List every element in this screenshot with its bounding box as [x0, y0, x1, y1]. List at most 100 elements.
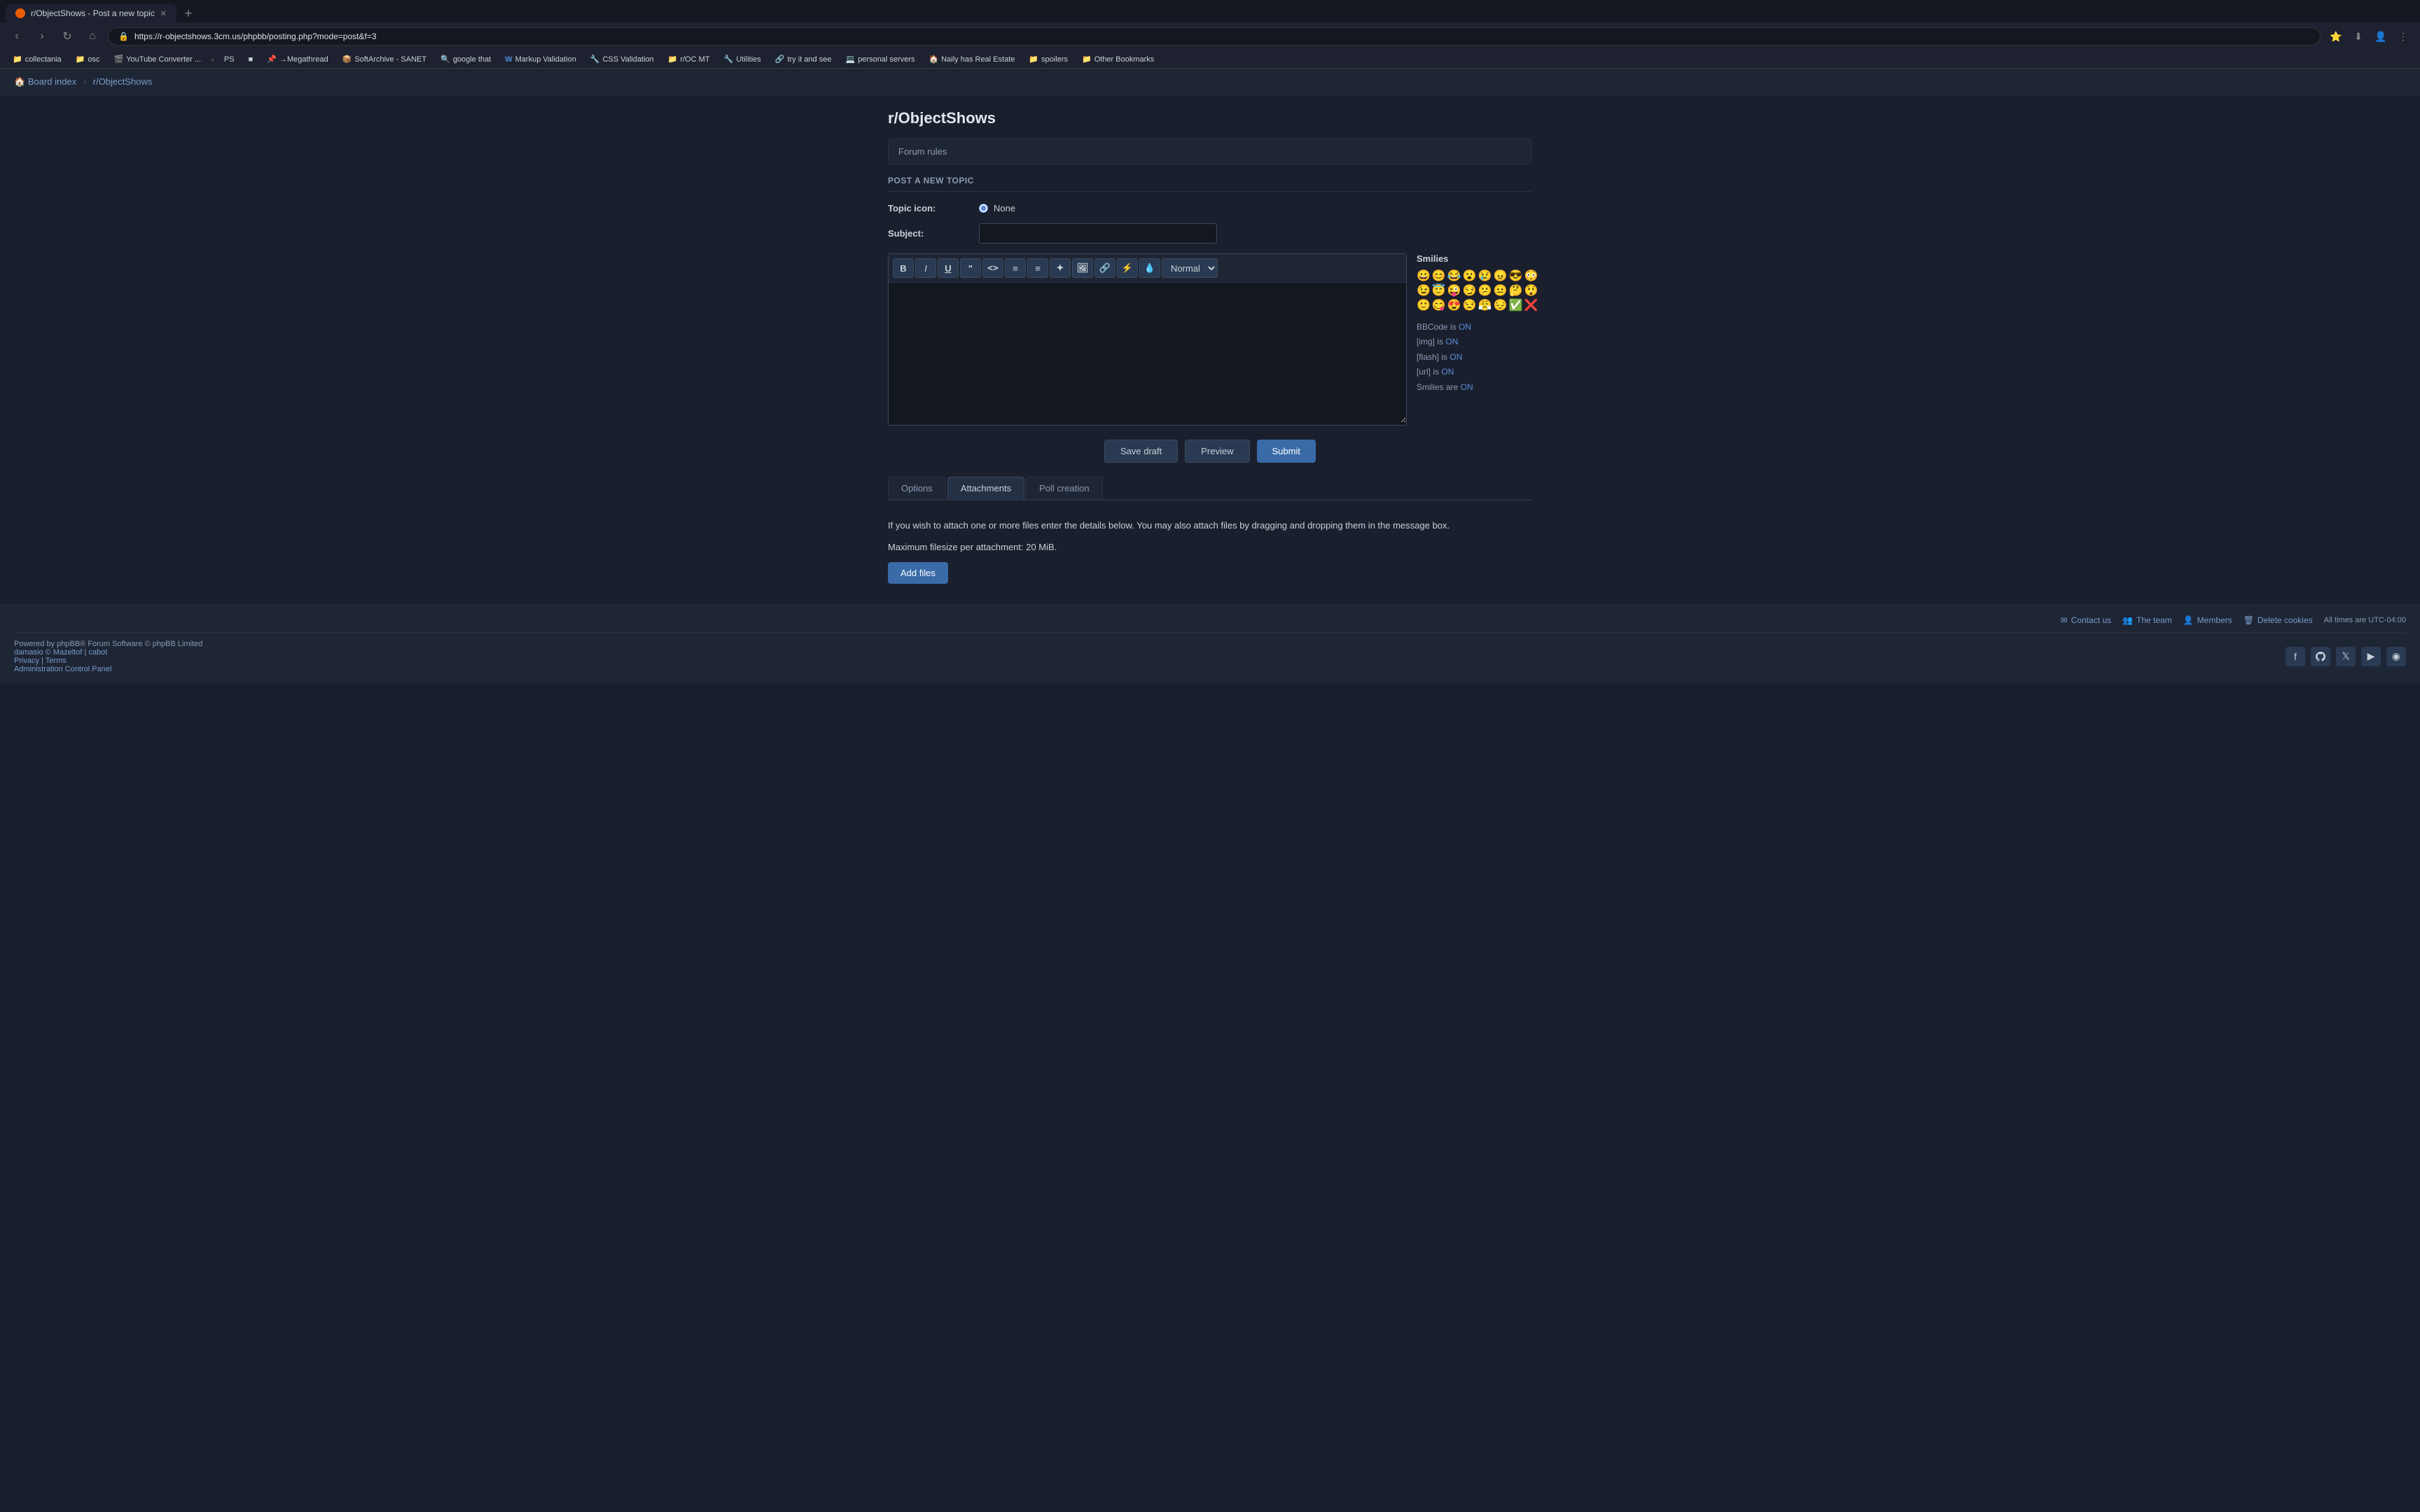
quote-button[interactable]: ": [960, 258, 981, 278]
new-tab-button[interactable]: +: [179, 4, 197, 22]
menu-icon[interactable]: ⋮: [2393, 27, 2413, 46]
image-button[interactable]: 🖼: [1072, 258, 1093, 278]
bookmark-youtube-converter[interactable]: 🎬 YouTube Converter ...: [109, 53, 207, 65]
bookmark-ps[interactable]: PS: [218, 54, 240, 65]
smiley-17[interactable]: 🙂: [1417, 299, 1431, 312]
smiley-10[interactable]: 😇: [1432, 284, 1446, 298]
forum-rules-box[interactable]: Forum rules: [888, 139, 1532, 164]
smiley-16[interactable]: 😲: [1524, 284, 1538, 298]
link-button[interactable]: 🔗: [1094, 258, 1115, 278]
smiley-13[interactable]: 😕: [1478, 284, 1492, 298]
bookmark-square-icon: ■: [249, 55, 253, 64]
smiley-14[interactable]: 😐: [1494, 284, 1508, 298]
active-tab[interactable]: r/ObjectShows - Post a new topic ✕: [6, 4, 176, 22]
preview-button[interactable]: Preview: [1185, 440, 1249, 463]
extensions-icon[interactable]: ⭐: [2326, 27, 2346, 46]
admin-panel-link[interactable]: Administration Control Panel: [14, 665, 111, 673]
smiley-12[interactable]: 😏: [1463, 284, 1477, 298]
bookmark-softarchive[interactable]: 📦 SoftArchive - SANET: [337, 53, 432, 65]
members-link[interactable]: 👤 Members: [2183, 615, 2232, 625]
bookmark-osc[interactable]: 📁 osc: [70, 53, 106, 65]
facebook-icon[interactable]: f: [2286, 647, 2305, 666]
action-buttons: Save draft Preview Submit: [888, 440, 1532, 463]
smiley-23[interactable]: ✅: [1509, 299, 1523, 312]
submit-button[interactable]: Submit: [1257, 440, 1316, 463]
terms-link[interactable]: Terms: [46, 657, 67, 665]
special-button[interactable]: ✦: [1050, 258, 1071, 278]
tab-attachments[interactable]: Attachments: [947, 477, 1024, 500]
forward-button[interactable]: ›: [32, 27, 52, 46]
refresh-button[interactable]: ↻: [57, 27, 77, 46]
smiley-7[interactable]: 😎: [1509, 270, 1523, 283]
bookmark-square[interactable]: ■: [243, 54, 259, 65]
cabot-link[interactable]: cabot: [88, 648, 107, 657]
smiley-15[interactable]: 🤔: [1509, 284, 1523, 298]
bookmark-utilities[interactable]: 🔧 Utilities: [718, 53, 767, 65]
save-draft-button[interactable]: Save draft: [1104, 440, 1178, 463]
breadcrumb-forum-link[interactable]: r/ObjectShows: [93, 76, 153, 87]
bookmark-try-it[interactable]: 🔗 try it and see: [770, 53, 837, 65]
font-size-select[interactable]: Normal Small Large: [1162, 258, 1218, 278]
bookmark-personal-icon: 💻: [845, 55, 855, 64]
flash-button[interactable]: ⚡: [1117, 258, 1138, 278]
address-bar[interactable]: 🔒 https://r-objectshows.3cm.us/phpbb/pos…: [108, 27, 2321, 46]
smiley-1[interactable]: 😀: [1417, 270, 1431, 283]
bookmark-collectania[interactable]: 📁 collectania: [7, 53, 67, 65]
smiley-9[interactable]: 😉: [1417, 284, 1431, 298]
bookmark-google-that[interactable]: 🔍 google that: [435, 53, 496, 65]
topic-icon-none-option[interactable]: None: [979, 203, 1532, 214]
youtube-icon[interactable]: ▶: [2361, 647, 2381, 666]
list-button[interactable]: ≡: [1005, 258, 1026, 278]
subject-input[interactable]: [979, 223, 1217, 244]
flash-status-line: [flash] is ON: [1417, 350, 1532, 365]
smiley-11[interactable]: 😜: [1447, 284, 1461, 298]
damasio-link[interactable]: damasio © Mazeltof: [14, 648, 82, 657]
italic-button[interactable]: I: [915, 258, 936, 278]
github-icon[interactable]: [2311, 647, 2330, 666]
bookmark-naily[interactable]: 🏠 Naily has Real Estate: [924, 53, 1021, 65]
breadcrumb-home-link[interactable]: Board index: [28, 76, 76, 87]
topic-icon-none-radio[interactable]: [979, 204, 988, 213]
bookmark-megathread[interactable]: 📌 →Megathread: [261, 53, 333, 65]
bookmark-css-validation[interactable]: 🔧 CSS Validation: [585, 53, 660, 65]
contact-us-link[interactable]: ✉ Contact us: [2061, 615, 2111, 625]
delete-cookies-link[interactable]: 🗑 Delete cookies: [2244, 615, 2313, 625]
code-button[interactable]: <>: [982, 258, 1003, 278]
bookmark-other[interactable]: 📁 Other Bookmarks: [1076, 53, 1160, 65]
rss-icon[interactable]: ◉: [2386, 647, 2406, 666]
smiley-4[interactable]: 😮: [1463, 270, 1477, 283]
download-icon[interactable]: ⬇: [2349, 27, 2368, 46]
profile-icon[interactable]: 👤: [2371, 27, 2391, 46]
tab-poll-creation[interactable]: Poll creation: [1026, 477, 1103, 499]
the-team-link[interactable]: 👥 The team: [2122, 615, 2172, 625]
smiley-19[interactable]: 😍: [1447, 299, 1461, 312]
bold-button[interactable]: B: [893, 258, 914, 278]
smiley-22[interactable]: 😔: [1494, 299, 1508, 312]
message-textarea[interactable]: [889, 283, 1406, 423]
twitter-icon[interactable]: 𝕏: [2336, 647, 2356, 666]
bookmark-osc-label: osc: [88, 55, 99, 64]
smiley-3[interactable]: 😂: [1447, 270, 1461, 283]
add-files-button[interactable]: Add files: [888, 562, 948, 584]
smiley-8[interactable]: 😳: [1524, 270, 1538, 283]
underline-button[interactable]: U: [938, 258, 959, 278]
bookmark-spoilers[interactable]: 📁 spoilers: [1023, 53, 1073, 65]
tab-close-button[interactable]: ✕: [160, 9, 167, 18]
bookmark-youtube-label: YouTube Converter ...: [126, 55, 201, 64]
smiley-6[interactable]: 😠: [1494, 270, 1508, 283]
color-button[interactable]: 💧: [1139, 258, 1160, 278]
bookmark-markup-validation[interactable]: W Markup Validation: [499, 54, 582, 65]
smiley-24[interactable]: ❌: [1524, 299, 1538, 312]
smiley-5[interactable]: 😢: [1478, 270, 1492, 283]
back-button[interactable]: ‹: [7, 27, 27, 46]
tab-options[interactable]: Options: [888, 477, 946, 499]
home-button[interactable]: ⌂: [83, 27, 102, 46]
smiley-18[interactable]: 😋: [1432, 299, 1446, 312]
smiley-20[interactable]: 😒: [1463, 299, 1477, 312]
bookmark-roc-mt[interactable]: 📁 r/OC MT: [662, 53, 716, 65]
bookmark-personal-servers[interactable]: 💻 personal servers: [840, 53, 920, 65]
smiley-2[interactable]: 😊: [1432, 270, 1446, 283]
smiley-21[interactable]: 😤: [1478, 299, 1492, 312]
privacy-link[interactable]: Privacy: [14, 657, 39, 665]
ordered-list-button[interactable]: ≡: [1027, 258, 1048, 278]
